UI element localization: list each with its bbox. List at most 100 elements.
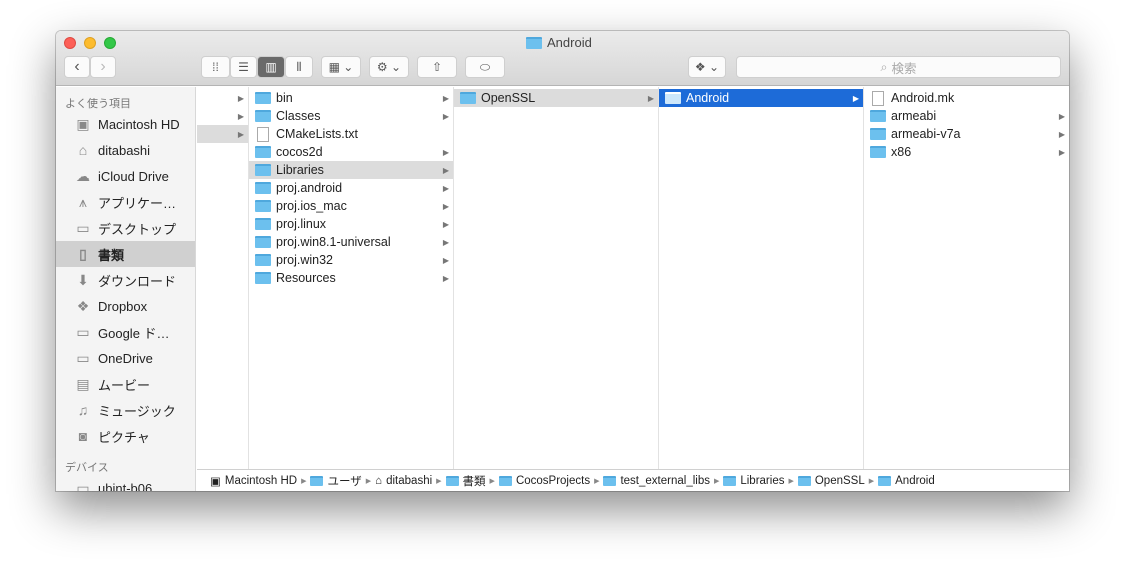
disclosure-arrow-icon: ▶ (442, 93, 449, 103)
sidebar-item[interactable]: ⬇ ダウンロード (56, 267, 195, 293)
sidebar-item[interactable]: ⩚ アプリケー… (56, 189, 195, 215)
list-item[interactable]: proj.win8.1-universal ▶ (249, 233, 453, 251)
column-1: bin ▶ Classes ▶ CMakeLists.txt cocos2d ▶ Librar… (249, 87, 454, 469)
disclosure-arrow-icon: ▶ (1058, 111, 1065, 121)
path-segment[interactable]: Android (878, 475, 935, 487)
list-item[interactable]: CMakeLists.txt (249, 125, 453, 143)
list-item[interactable]: armeabi-v7a ▶ (864, 125, 1069, 143)
sidebar-item[interactable]: ▤ ムービー (56, 371, 195, 397)
devices-header: デバイス (65, 462, 109, 474)
item-name: proj.win32 (276, 253, 333, 267)
list-item[interactable]: Android.mk (864, 89, 1069, 107)
search-placeholder: 検索 (891, 61, 917, 76)
folder-icon (255, 272, 271, 284)
forward-button[interactable]: › (90, 56, 116, 78)
sidebar-item[interactable]: ▭ Google ド… (56, 319, 195, 345)
list-item[interactable]: Classes ▶ (249, 107, 453, 125)
path-segment[interactable]: ▣ Macintosh HD (210, 474, 297, 488)
item-name: Resources (276, 271, 336, 285)
folder-icon (723, 475, 737, 486)
sidebar-item[interactable]: ♫ ミュージック (56, 397, 195, 423)
dropbox-button[interactable]: ❖ ⌄ (688, 56, 726, 78)
list-item[interactable]: proj.win32 ▶ (249, 251, 453, 269)
column-0: ▶ ▶ ▶ (197, 87, 249, 469)
disclosure-arrow-icon: ▶ (442, 273, 449, 283)
sidebar-item-label: iCloud Drive (98, 168, 169, 184)
disclosure-arrow-icon: ▶ (442, 255, 449, 265)
folder-icon (445, 475, 459, 486)
computer-icon: ▭ (76, 479, 90, 492)
path-segment[interactable]: test_external_libs (603, 475, 710, 487)
list-item[interactable]: ▶ (197, 107, 248, 125)
sidebar-item[interactable]: ▣ Macintosh HD (56, 111, 195, 137)
download-icon: ⬇ (77, 271, 89, 288)
folder-icon (870, 110, 886, 122)
column-view-button[interactable]: ▥ (257, 56, 285, 78)
search-input[interactable]: ⌕ 検索 (736, 56, 1061, 78)
path-separator-icon: ▶ (436, 477, 442, 485)
sidebar-item[interactable]: ❖ Dropbox (56, 293, 195, 319)
arrange-button[interactable]: ▦ ⌄ (321, 56, 361, 78)
list-item[interactable]: proj.android ▶ (249, 179, 453, 197)
sidebar-item[interactable]: ▭ OneDrive (56, 345, 195, 371)
path-segment[interactable]: CocosProjects (498, 475, 590, 487)
list-item[interactable]: armeabi ▶ (864, 107, 1069, 125)
item-name: proj.linux (276, 217, 327, 231)
disclosure-arrow-icon: ▶ (442, 237, 449, 247)
documents-icon: ▯ (79, 245, 87, 262)
folder-icon (797, 475, 811, 486)
list-item[interactable]: Libraries ▶ (249, 161, 453, 179)
path-segment[interactable]: ユーザ (310, 473, 362, 489)
sidebar-device[interactable]: ▭ ubint-b06 (56, 475, 195, 492)
camera-icon: ◙ (78, 428, 88, 444)
close-button[interactable] (64, 37, 76, 49)
disclosure-arrow-icon: ▶ (852, 93, 859, 103)
folder-icon (255, 236, 271, 248)
path-segment[interactable]: OpenSSL (797, 474, 865, 487)
list-item[interactable]: proj.linux ▶ (249, 215, 453, 233)
coverflow-view-button[interactable]: ⫴ (285, 56, 313, 78)
finder-window: Android ‹ › ⁞⁞ ☰ ▥ ⫴ ▦ ⌄ ⚙ ⌄ ⇧ ⬭ ❖ ⌄ ⌕ 検索… (56, 31, 1069, 491)
list-view-button[interactable]: ☰ (230, 56, 257, 78)
list-item[interactable]: ▶ (197, 89, 248, 107)
list-item[interactable]: Android ▶ (659, 89, 863, 107)
sidebar-item[interactable]: ☁ iCloud Drive (56, 163, 195, 189)
path-segment[interactable]: Libraries (723, 475, 784, 487)
path-segment[interactable]: ⌂ ditabashi (375, 475, 432, 487)
folder-icon (255, 110, 271, 122)
action-gear-button[interactable]: ⚙ ⌄ (369, 56, 409, 78)
sidebar-item[interactable]: ⌂ ditabashi (56, 137, 195, 163)
icon-view-button[interactable]: ⁞⁞ (201, 56, 230, 78)
list-item[interactable]: cocos2d ▶ (249, 143, 453, 161)
list-item[interactable]: proj.ios_mac ▶ (249, 197, 453, 215)
list-item[interactable]: Resources ▶ (249, 269, 453, 287)
list-item[interactable]: OpenSSL ▶ (454, 89, 658, 107)
column-4: Android.mk armeabi ▶ armeabi-v7a ▶ x86 ▶ (864, 87, 1069, 469)
sidebar-item-label: ミュージック (98, 403, 176, 419)
minimize-button[interactable] (84, 37, 96, 49)
sidebar-item[interactable]: ◙ ピクチャ (56, 423, 195, 449)
back-button[interactable]: ‹ (64, 56, 90, 78)
sidebar: よく使う項目 ▣ Macintosh HD ⌂ ditabashi ☁ iCloud Dr… (56, 87, 196, 491)
movie-icon: ▤ (76, 375, 90, 392)
folder-icon (870, 146, 886, 158)
list-item[interactable]: ▶ (197, 125, 248, 143)
folder-icon (603, 475, 617, 486)
list-item[interactable]: x86 ▶ (864, 143, 1069, 161)
sidebar-item[interactable]: ▭ デスクトップ (56, 215, 195, 241)
path-label: 書類 (462, 475, 486, 488)
list-item[interactable]: bin ▶ (249, 89, 453, 107)
path-label: OpenSSL (814, 474, 865, 487)
disclosure-arrow-icon: ▶ (442, 111, 449, 121)
sidebar-item-label: Google ド… (98, 325, 170, 341)
path-segment[interactable]: 書類 (445, 473, 486, 489)
sidebar-item[interactable]: ▯ 書類 (56, 241, 195, 267)
folder-icon (255, 146, 271, 158)
tag-button[interactable]: ⬭ (465, 56, 505, 78)
share-button[interactable]: ⇧ (417, 56, 457, 78)
sidebar-item-label: 書類 (98, 247, 125, 263)
disclosure-arrow-icon: ▶ (442, 183, 449, 193)
zoom-button[interactable] (104, 37, 116, 49)
path-label: test_external_libs (620, 474, 710, 487)
sidebar-item-label: ムービー (98, 377, 151, 393)
